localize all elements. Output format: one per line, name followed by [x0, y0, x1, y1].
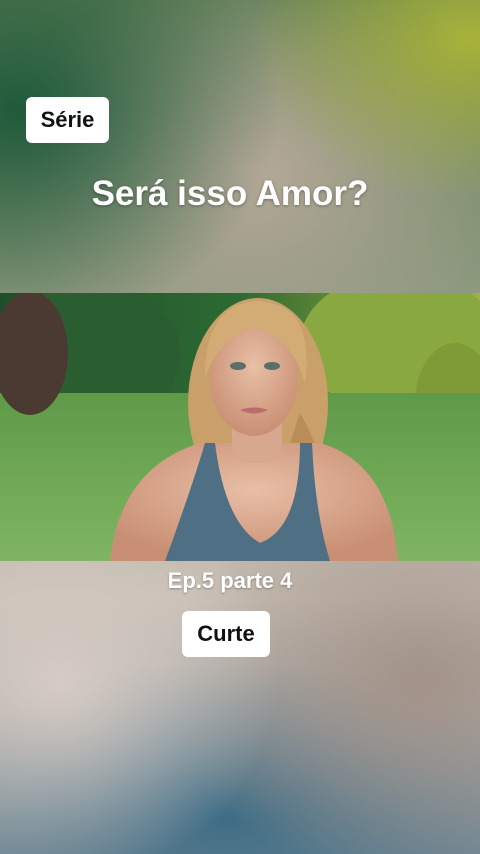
like-button-label: Curte	[197, 621, 255, 646]
video-frame[interactable]	[0, 293, 480, 561]
series-badge-label: Série	[40, 107, 95, 132]
video-scene-image	[0, 293, 480, 561]
series-badge: Série	[26, 97, 109, 143]
episode-label: Ep.5 parte 4	[167, 568, 293, 593]
like-button[interactable]: Curte	[182, 611, 270, 657]
series-title: Será isso Amor?	[91, 174, 369, 213]
